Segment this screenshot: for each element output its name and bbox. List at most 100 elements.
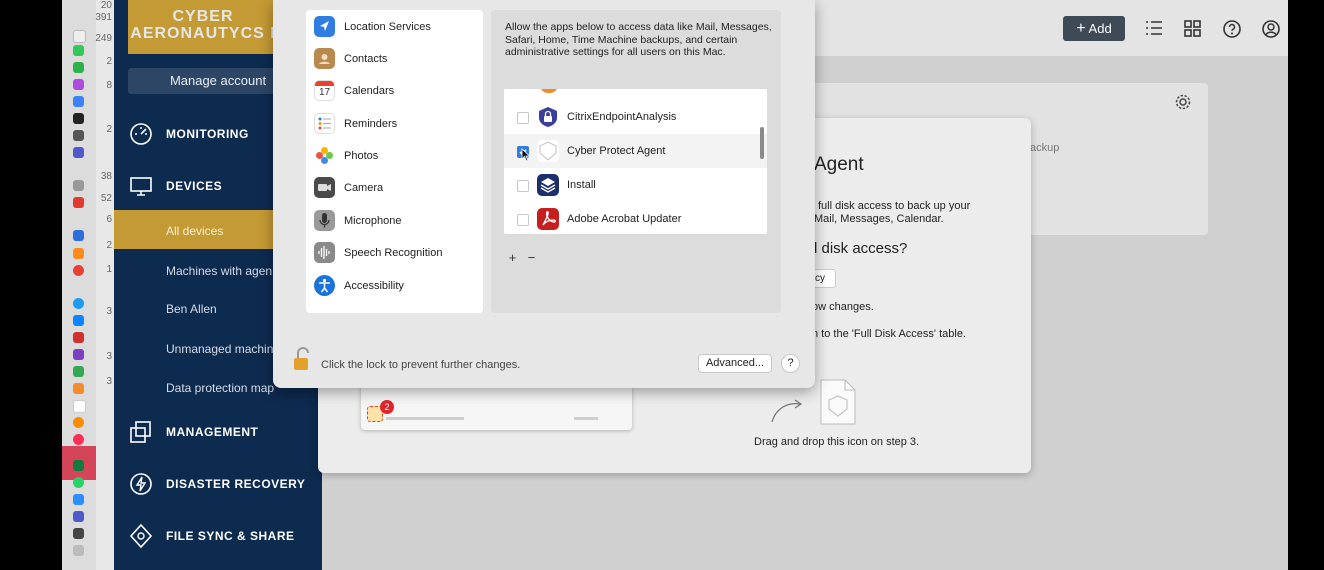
dock-app-icon[interactable] — [73, 230, 84, 241]
app-checkbox[interactable] — [517, 214, 529, 226]
dock-badge-count: 38 — [100, 171, 112, 182]
add-button[interactable]: + Add — [1063, 16, 1125, 41]
dock-app-icon[interactable] — [73, 197, 84, 208]
dock-app-icon[interactable] — [73, 30, 86, 43]
calendar-icon: 17 — [314, 80, 335, 101]
category-accessibility[interactable]: Accessibility — [314, 272, 479, 298]
dock-app-icon[interactable] — [73, 528, 84, 539]
dock-app-icon[interactable] — [73, 298, 84, 309]
app-label: Install — [567, 179, 596, 191]
dock-badge-count: 3 — [106, 306, 112, 317]
app-row-install[interactable]: Install — [504, 168, 767, 202]
dock-app-icon[interactable] — [73, 96, 84, 107]
plus-icon: + — [1076, 20, 1086, 37]
nav-item-all-devices[interactable]: All devices — [166, 224, 223, 238]
category-camera[interactable]: Camera — [314, 174, 479, 200]
category-calendars[interactable]: 17 Calendars — [314, 77, 479, 103]
list-view-icon[interactable] — [1144, 19, 1164, 37]
lock-icon[interactable] — [291, 346, 313, 372]
category-label: Camera — [344, 182, 384, 194]
nav-item-data-protection-map[interactable]: Data protection map — [166, 381, 274, 395]
advanced-button[interactable]: Advanced... — [698, 354, 772, 373]
dock-app-icon[interactable] — [73, 366, 84, 377]
contacts-book-icon — [314, 48, 335, 69]
category-reminders[interactable]: Reminders — [314, 110, 479, 136]
app-label: CitrixEndpointAnalysis — [567, 111, 677, 123]
acrobat-icon — [537, 208, 559, 230]
dock-app-icon[interactable] — [73, 400, 86, 413]
copy-icon — [130, 421, 151, 443]
app-checkbox[interactable] — [517, 112, 529, 124]
dock-app-icon[interactable] — [73, 248, 84, 259]
nav-item-unmanaged-machines[interactable]: Unmanaged machin — [166, 342, 273, 356]
dock-badge-count: 2 — [106, 124, 112, 135]
grid-view-icon[interactable] — [1183, 19, 1202, 38]
company-logo: CYBER AERONAUTYCS I — [128, 0, 278, 54]
system-preferences-window: Location Services Contacts 17 Calendars … — [273, 0, 815, 388]
bolt-icon — [130, 473, 152, 495]
remove-app-button[interactable]: − — [524, 251, 539, 266]
dock-app-icon[interactable] — [73, 147, 84, 158]
dock-app-icon[interactable] — [73, 511, 84, 522]
dock-app-icon[interactable] — [73, 383, 84, 394]
app-row-adobe-acrobat-updater[interactable]: Adobe Acrobat Updater — [504, 202, 767, 234]
dock-app-icon[interactable] — [73, 545, 84, 556]
category-microphone[interactable]: Microphone — [314, 207, 479, 233]
location-arrow-icon — [314, 16, 335, 37]
dialog-line-2: Mail, Messages, Calendar. — [814, 213, 944, 225]
monitor-icon — [130, 177, 152, 196]
dock-app-icon[interactable] — [73, 460, 84, 471]
gear-icon[interactable] — [1174, 93, 1192, 111]
app-row-citrix[interactable]: CitrixEndpointAnalysis — [504, 100, 767, 134]
help-icon[interactable] — [1222, 19, 1242, 39]
category-label: Photos — [344, 150, 379, 162]
dock-app-icon[interactable] — [73, 494, 84, 505]
category-label: Microphone — [344, 215, 402, 227]
dock-app-icon[interactable] — [73, 315, 84, 326]
dock-app-icon[interactable] — [73, 180, 84, 191]
account-icon[interactable] — [1261, 19, 1281, 39]
category-speech-recognition[interactable]: Speech Recognition — [314, 239, 479, 265]
list-scrollbar[interactable] — [760, 127, 764, 159]
category-photos[interactable]: Photos — [314, 142, 479, 168]
agent-file-icon[interactable] — [818, 378, 858, 426]
dock-app-icon[interactable] — [73, 265, 84, 276]
dock-app-icon[interactable] — [73, 477, 84, 488]
dock-app-icon[interactable] — [73, 349, 84, 360]
photos-flower-icon — [314, 145, 335, 166]
category-location-services[interactable]: Location Services — [314, 13, 479, 39]
waveform-icon — [314, 242, 335, 263]
step-text-a: ow changes. — [812, 301, 874, 313]
add-app-button[interactable]: + — [505, 251, 520, 266]
nav-item-ben-allen[interactable]: Ben Allen — [166, 302, 217, 316]
accessibility-icon — [314, 275, 335, 296]
nav-devices-label: DEVICES — [166, 179, 223, 193]
full-disk-access-pane: Allow the apps below to access data like… — [491, 10, 781, 313]
reminders-list-icon — [314, 113, 335, 134]
layers-icon — [537, 174, 559, 196]
pane-description: Allow the apps below to access data like… — [505, 21, 772, 58]
nav-item-machines-with-agents[interactable]: Machines with agen — [166, 264, 272, 278]
app-row-cyber-protect-agent[interactable]: Cyber Protect Agent — [504, 134, 767, 168]
dock-app-icon[interactable] — [73, 113, 84, 124]
step-text-b: n to the 'Full Disk Access' table. — [812, 328, 966, 340]
dock-app-icon[interactable] — [73, 130, 84, 141]
drag-instructions: Drag and drop this icon on step 3. — [754, 436, 920, 448]
gauge-icon — [130, 123, 152, 145]
privacy-category-list: Location Services Contacts 17 Calendars … — [306, 10, 483, 313]
dock-app-icon[interactable] — [73, 79, 84, 90]
dock-app-icon[interactable] — [73, 45, 84, 56]
nav-file-sync-share-label: FILE SYNC & SHARE — [166, 529, 295, 543]
dialog-question: l disk access? — [814, 240, 908, 257]
illustration-line — [574, 417, 598, 420]
dock-app-icon[interactable] — [73, 434, 84, 445]
macos-dock — [62, 0, 96, 570]
category-label: Calendars — [344, 85, 395, 97]
dock-app-icon[interactable] — [73, 62, 84, 73]
category-contacts[interactable]: Contacts — [314, 45, 479, 71]
notification-badge: 2 — [380, 400, 394, 414]
dock-app-icon[interactable] — [73, 417, 84, 428]
dock-app-icon[interactable] — [73, 332, 84, 343]
app-checkbox[interactable] — [517, 180, 529, 192]
help-button[interactable]: ? — [781, 354, 800, 373]
